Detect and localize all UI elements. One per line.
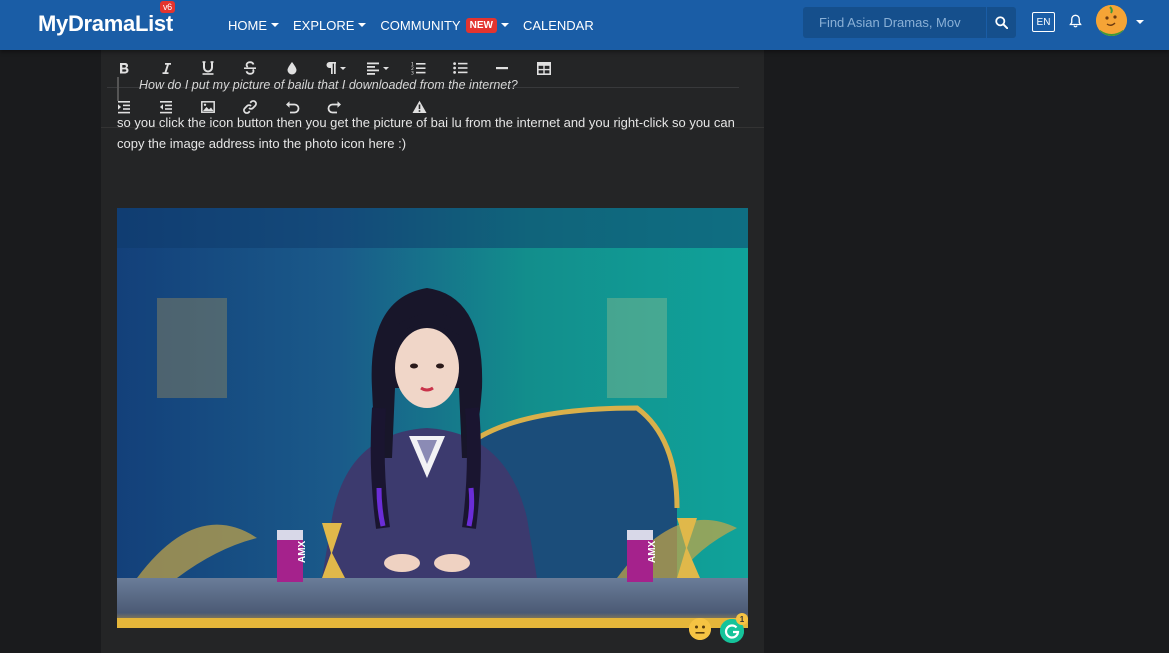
table-icon	[537, 61, 551, 75]
grammarly-count-badge: 1	[736, 613, 748, 625]
comment-text: so you click the icon button then you ge…	[117, 115, 735, 151]
site-logo[interactable]: MyDramaList v6	[38, 1, 175, 39]
italic-icon	[162, 62, 171, 74]
quote-text: How do I put my picture of bailu that I …	[139, 78, 518, 92]
search-input[interactable]	[803, 7, 986, 38]
nav-community-label: COMMUNITY	[380, 17, 461, 33]
chevron-down-icon	[358, 23, 367, 27]
nav-explore[interactable]: EXPLORE	[293, 17, 367, 33]
quoted-text: How do I put my picture of bailu that I …	[117, 77, 747, 101]
horizontal-line-icon	[496, 67, 508, 70]
comment-body[interactable]: so you click the icon button then you ge…	[117, 112, 753, 154]
nav-explore-label: EXPLORE	[293, 17, 355, 33]
nav-home[interactable]: HOME	[228, 18, 279, 33]
align-icon	[367, 62, 389, 75]
nav-home-label: HOME	[228, 17, 267, 33]
bell-icon[interactable]	[1069, 14, 1082, 33]
search-icon	[995, 16, 1008, 29]
nav-calendar[interactable]: CALENDAR	[523, 18, 594, 33]
unordered-list-icon	[452, 62, 467, 74]
bold-icon	[120, 62, 129, 73]
svg-text:3: 3	[411, 71, 414, 76]
search-box	[803, 7, 1016, 38]
neutral-emoji-icon[interactable]	[689, 618, 711, 640]
chevron-down-icon	[500, 23, 509, 27]
chevron-down-icon	[271, 23, 279, 27]
underline-icon	[202, 61, 214, 75]
ordered-list-icon: 123	[411, 62, 425, 76]
language-switch[interactable]: EN	[1032, 12, 1055, 32]
embedded-photo: AMX AMX	[117, 208, 748, 628]
main-menu: HOME EXPLORE COMMUNITY NEW CALENDAR	[228, 0, 608, 50]
svg-text:AMX: AMX	[647, 540, 658, 563]
nav-community[interactable]: COMMUNITY NEW	[380, 17, 509, 33]
search-button[interactable]	[986, 7, 1016, 38]
logo-text: MyDramaList	[38, 11, 173, 36]
text-color-icon	[287, 62, 297, 75]
version-badge: v6	[159, 1, 175, 13]
top-navbar: MyDramaList v6 HOME EXPLORE COMMUNITY NE…	[0, 0, 1169, 50]
strikethrough-icon	[244, 61, 256, 75]
paragraph-format-icon	[326, 62, 346, 74]
chevron-down-icon[interactable]	[1136, 20, 1144, 24]
avatar[interactable]	[1096, 5, 1127, 36]
svg-text:AMX: AMX	[297, 540, 308, 563]
new-badge: NEW	[465, 17, 497, 33]
nav-calendar-label: CALENDAR	[522, 17, 594, 33]
